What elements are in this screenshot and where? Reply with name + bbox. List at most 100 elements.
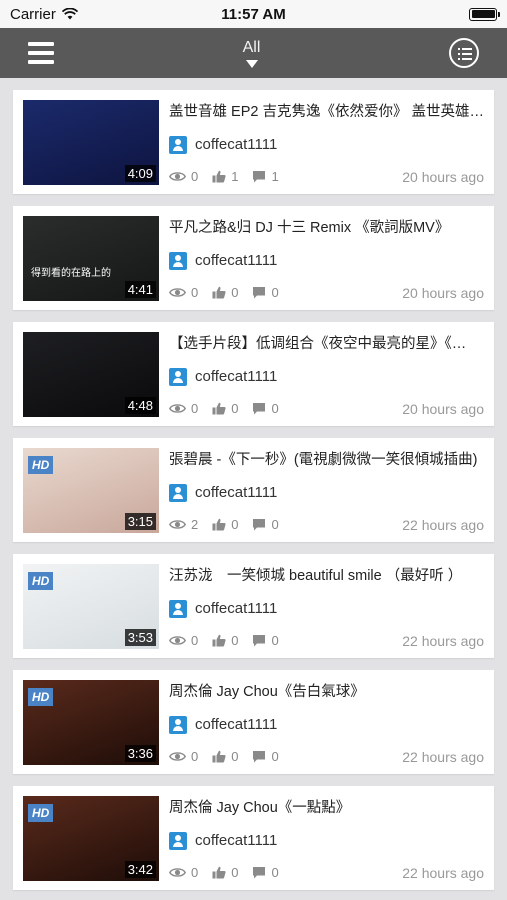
views-count: 0 [191,749,199,764]
likes-count: 0 [231,401,239,416]
video-title[interactable]: 汪苏泷 一笑倾城 beautiful smile （最好听 ） [169,564,484,585]
views-count: 0 [191,401,199,416]
comments-stat: 0 [252,749,279,764]
author-name: coffecat1111 [195,368,278,385]
eye-icon [169,404,186,413]
views-count: 0 [191,865,199,880]
video-duration: 3:42 [124,860,156,878]
status-time: 11:57 AM [221,5,286,23]
comments-stat: 0 [252,865,279,880]
author-row[interactable]: coffecat1111 [169,251,484,270]
likes-count: 0 [231,865,239,880]
video-title[interactable]: 平凡之路&归 DJ 十三 Remix 《歌詞版MV》 [169,216,484,237]
stats-row: 0 0 0 20 hours ago [169,285,484,301]
author-name: coffecat1111 [195,716,278,733]
time-ago: 22 hours ago [402,516,484,533]
video-card[interactable]: 4:09 盖世音雄 EP2 吉克隽逸《依然爱你》 盖世英雄… coffecat1… [13,90,494,194]
eye-icon [169,868,186,877]
views-count: 0 [191,285,199,300]
video-thumbnail[interactable]: HD 3:42 [23,795,159,881]
likes-count: 0 [231,633,239,648]
hd-badge: HD [28,571,54,590]
hd-badge: HD [28,687,54,706]
caret-down-icon [245,59,258,68]
comment-icon [253,403,266,415]
likes-count: 0 [231,517,239,532]
video-thumbnail[interactable]: HD 3:53 [23,563,159,649]
thumbnail-caption: 得到看的在路上的 [31,267,111,279]
views-count: 0 [191,633,199,648]
video-card[interactable]: HD 3:36 周杰倫 Jay Chou《告白氣球》 coffecat1111 … [13,670,494,774]
video-thumbnail[interactable]: 4:48 [23,331,159,417]
eye-icon [169,172,186,181]
category-dropdown[interactable]: All [243,39,260,68]
video-title[interactable]: 張碧晨 -《下一秒》(電視劇微微一笑很傾城插曲) [169,448,484,469]
video-thumbnail[interactable]: 得到看的在路上的 4:41 [23,215,159,301]
video-title[interactable]: 周杰倫 Jay Chou《告白氣球》 [169,680,484,701]
list-menu-icon[interactable] [449,38,479,68]
likes-stat: 0 [212,633,238,648]
author-row[interactable]: coffecat1111 [169,135,484,154]
author-row[interactable]: coffecat1111 [169,715,484,734]
video-info: 周杰倫 Jay Chou《告白氣球》 coffecat1111 0 0 0 22… [169,680,484,765]
author-name: coffecat1111 [195,484,278,501]
eye-icon [169,752,186,761]
user-icon [169,831,187,850]
time-ago: 20 hours ago [402,168,484,185]
author-row[interactable]: coffecat1111 [169,599,484,618]
views-stat: 2 [169,517,198,532]
nav-bar: All [0,28,507,78]
user-icon [169,251,187,270]
video-thumbnail[interactable]: HD 3:15 [23,447,159,533]
views-count: 2 [191,517,199,532]
author-row[interactable]: coffecat1111 [169,831,484,850]
hd-badge: HD [28,803,54,822]
video-thumbnail[interactable]: HD 3:36 [23,679,159,765]
video-duration: 3:53 [124,628,156,646]
video-card[interactable]: HD 3:15 張碧晨 -《下一秒》(電視劇微微一笑很傾城插曲) coffeca… [13,438,494,542]
video-card[interactable]: HD 3:53 汪苏泷 一笑倾城 beautiful smile （最好听 ） … [13,554,494,658]
user-icon [169,483,187,502]
comments-count: 0 [271,517,279,532]
comments-count: 0 [271,865,279,880]
video-title[interactable]: 盖世音雄 EP2 吉克隽逸《依然爱你》 盖世英雄… [169,100,484,121]
likes-stat: 0 [212,749,238,764]
author-name: coffecat1111 [195,832,278,849]
author-row[interactable]: coffecat1111 [169,367,484,386]
author-row[interactable]: coffecat1111 [169,483,484,502]
time-ago: 20 hours ago [402,284,484,301]
views-stat: 0 [169,749,198,764]
video-title[interactable]: 【选手片段】低调组合《夜空中最亮的星》《… [169,332,484,353]
video-thumbnail[interactable]: 4:09 [23,99,159,185]
video-duration: 4:48 [124,396,156,414]
video-duration: 4:41 [124,280,156,298]
comments-stat: 0 [252,517,279,532]
time-ago: 22 hours ago [402,748,484,765]
likes-count: 0 [231,285,239,300]
likes-stat: 0 [212,517,238,532]
video-duration: 3:15 [124,512,156,530]
thumbs-up-icon [212,402,226,415]
comments-count: 1 [271,169,279,184]
status-left: Carrier [10,6,170,23]
video-title[interactable]: 周杰倫 Jay Chou《一點點》 [169,796,484,817]
comment-icon [253,171,266,183]
comments-count: 0 [271,633,279,648]
author-name: coffecat1111 [195,252,278,269]
likes-stat: 0 [212,401,238,416]
likes-stat: 1 [212,169,238,184]
author-name: coffecat1111 [195,600,278,617]
video-card[interactable]: 得到看的在路上的 4:41 平凡之路&归 DJ 十三 Remix 《歌詞版MV》… [13,206,494,310]
video-card[interactable]: HD 3:42 周杰倫 Jay Chou《一點點》 coffecat1111 0… [13,786,494,890]
status-right [337,7,500,21]
likes-stat: 0 [212,865,238,880]
battery-icon [469,7,500,21]
comments-count: 0 [271,401,279,416]
menu-icon[interactable] [28,42,54,64]
video-card[interactable]: 4:48 【选手片段】低调组合《夜空中最亮的星》《… coffecat1111 … [13,322,494,426]
video-info: 周杰倫 Jay Chou《一點點》 coffecat1111 0 0 0 22 … [169,796,484,881]
video-duration: 4:09 [124,164,156,182]
stats-row: 0 0 0 22 hours ago [169,865,484,881]
hd-badge: HD [28,455,54,474]
stats-row: 0 0 0 22 hours ago [169,749,484,765]
